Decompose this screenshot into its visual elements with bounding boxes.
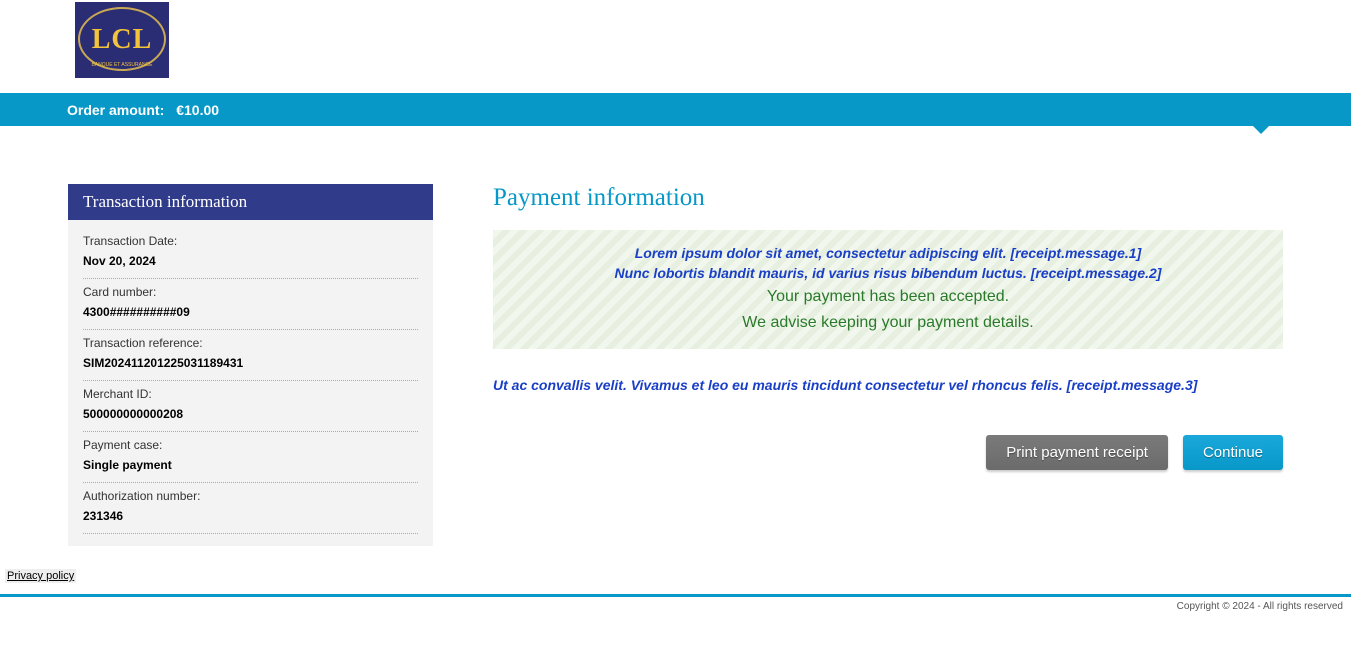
transaction-sidebar: Transaction information Transaction Date… [68,184,433,546]
logo-sub-text: BANQUE ET ASSURANCE [91,62,152,68]
button-row: Print payment receipt Continue [493,435,1283,470]
trans-item-card: Card number: 4300##########09 [83,279,418,330]
receipt-message-box: Lorem ipsum dolor sit amet, consectetur … [493,230,1283,349]
trans-label: Transaction Date: [83,234,418,248]
trans-value: Nov 20, 2024 [83,254,418,268]
trans-item-reference: Transaction reference: SIM20241120122503… [83,330,418,381]
page-title: Payment information [493,184,1283,212]
receipt-message-3: Ut ac convallis velit. Vivamus et leo eu… [493,377,1283,393]
footer-links: Privacy policy [0,566,1351,586]
receipt-message-2: Nunc lobortis blandit mauris, id varius … [513,264,1263,284]
payment-accepted-message: Your payment has been accepted. [513,285,1263,309]
payment-content: Payment information Lorem ipsum dolor si… [493,184,1283,470]
lcl-logo: LCL BANQUE ET ASSURANCE [75,2,169,78]
trans-value: 500000000000208 [83,407,418,421]
footer-copyright: Copyright © 2024 - All rights reserved [0,597,1351,616]
sidebar-title: Transaction information [68,184,433,220]
trans-value: 231346 [83,509,418,523]
order-amount-bar: Order amount: €10.00 [0,93,1351,126]
privacy-policy-link[interactable]: Privacy policy [5,569,76,583]
trans-label: Authorization number: [83,489,418,503]
order-amount-value: €10.00 [176,102,219,118]
trans-item-merchant: Merchant ID: 500000000000208 [83,381,418,432]
order-amount-label: Order amount: [67,102,164,118]
sidebar-body: Transaction Date: Nov 20, 2024 Card numb… [68,220,433,546]
triangle-pointer-icon [1253,126,1269,134]
trans-label: Card number: [83,285,418,299]
main-content: Transaction information Transaction Date… [0,126,1351,566]
payment-advice-message: We advise keeping your payment details. [513,311,1263,335]
trans-value: 4300##########09 [83,305,418,319]
trans-value: Single payment [83,458,418,472]
receipt-message-1: Lorem ipsum dolor sit amet, consectetur … [513,244,1263,264]
header: LCL BANQUE ET ASSURANCE [0,0,1351,93]
trans-label: Payment case: [83,438,418,452]
trans-value: SIM202411201225031189431 [83,356,418,370]
trans-item-auth-number: Authorization number: 231346 [83,483,418,534]
logo-main-text: LCL [92,24,153,56]
trans-item-date: Transaction Date: Nov 20, 2024 [83,228,418,279]
trans-item-payment-case: Payment case: Single payment [83,432,418,483]
logo-container: LCL BANQUE ET ASSURANCE [75,2,1351,78]
continue-button[interactable]: Continue [1183,435,1283,470]
print-receipt-button[interactable]: Print payment receipt [986,435,1168,470]
trans-label: Merchant ID: [83,387,418,401]
trans-label: Transaction reference: [83,336,418,350]
